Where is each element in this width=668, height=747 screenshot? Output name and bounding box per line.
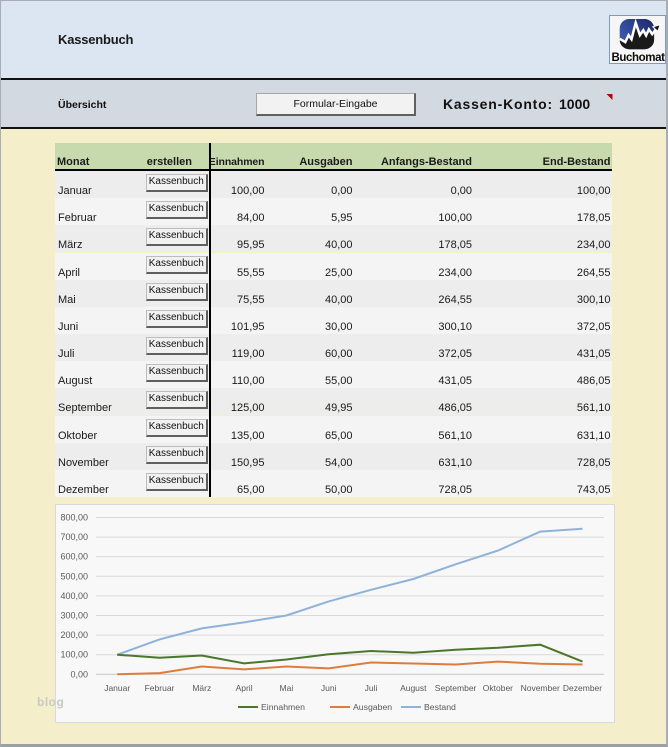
svg-text:Januar: Januar xyxy=(104,683,130,693)
svg-text:500,00: 500,00 xyxy=(60,571,88,581)
svg-text:800,00: 800,00 xyxy=(60,513,88,523)
svg-text:März: März xyxy=(192,683,211,693)
svg-text:August: August xyxy=(400,683,427,693)
svg-text:Juni: Juni xyxy=(321,683,337,693)
svg-text:April: April xyxy=(236,683,253,693)
svg-text:300,00: 300,00 xyxy=(60,611,88,621)
svg-text:Oktober: Oktober xyxy=(483,683,513,693)
svg-text:November: November xyxy=(521,683,560,693)
svg-text:600,00: 600,00 xyxy=(60,552,88,562)
svg-text:700,00: 700,00 xyxy=(60,532,88,542)
svg-text:Dezember: Dezember xyxy=(563,683,602,693)
svg-text:Ausgaben: Ausgaben xyxy=(353,702,392,712)
svg-text:200,00: 200,00 xyxy=(60,630,88,640)
svg-text:Einnahmen: Einnahmen xyxy=(261,702,305,712)
svg-text:400,00: 400,00 xyxy=(60,591,88,601)
svg-text:Bestand: Bestand xyxy=(424,702,456,712)
svg-text:Februar: Februar xyxy=(145,683,175,693)
svg-text:September: September xyxy=(435,683,477,693)
svg-text:Mai: Mai xyxy=(280,683,294,693)
svg-text:Juli: Juli xyxy=(365,683,378,693)
svg-text:0,00: 0,00 xyxy=(70,669,88,679)
svg-text:100,00: 100,00 xyxy=(60,650,88,660)
